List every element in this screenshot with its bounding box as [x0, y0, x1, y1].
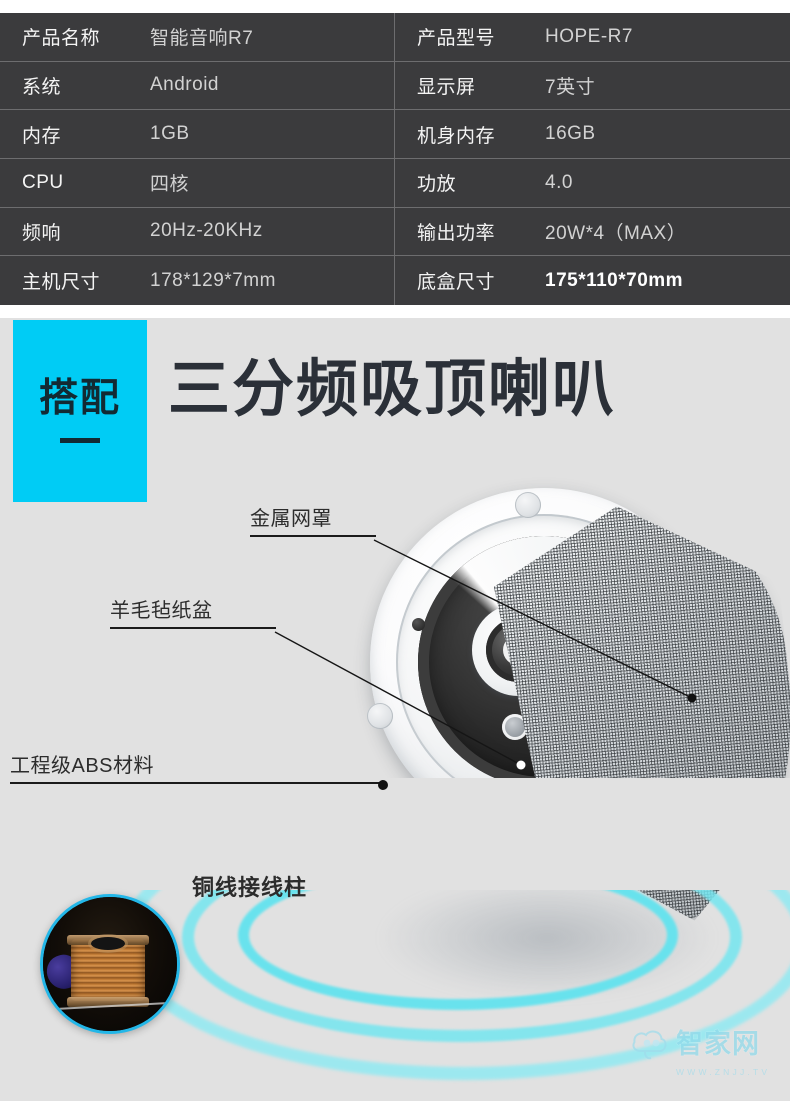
section-badge-label: 搭配 [38, 377, 121, 420]
spec-label: 功放 [417, 174, 457, 196]
spec-cell-right: 底盒尺寸 175*110*70mm [395, 256, 790, 305]
spec-label: 产品名称 [22, 28, 101, 50]
spec-value: 178*129*7mm [150, 269, 276, 291]
spec-label: 内存 [22, 125, 62, 147]
section-badge: 搭配 [13, 320, 147, 502]
table-row: 内存 1GB 机身内存 16GB [0, 110, 790, 159]
spec-value: 四核 [150, 174, 190, 196]
spec-value: Android [150, 74, 219, 96]
spec-cell-left: 内存 1GB [0, 110, 395, 158]
copper-wire-label: 铜线接线柱 [192, 875, 308, 900]
spec-cell-right: 机身内存 16GB [395, 110, 790, 158]
spec-cell-right: 功放 4.0 [395, 159, 790, 207]
watermark-url: WWW.ZNJJ.TV [676, 1067, 771, 1077]
spec-cell-left: 主机尺寸 178*129*7mm [0, 256, 395, 305]
product-detail-page: 产品名称 智能音响R7 产品型号 HOPE-R7 系统 Android 显示屏 … [0, 0, 790, 1101]
table-row: 频响 20Hz-20KHz 输出功率 20W*4（MAX） [0, 207, 790, 257]
spec-label: 底盒尺寸 [417, 272, 496, 294]
callout-underline [250, 535, 376, 537]
table-row: 主机尺寸 178*129*7mm 底盒尺寸 175*110*70mm [0, 256, 790, 305]
spec-value: 20W*4（MAX） [545, 222, 687, 244]
callout-underline [110, 627, 276, 629]
spec-value: 175*110*70mm [545, 269, 684, 291]
table-row: CPU 四核 功放 4.0 [0, 158, 790, 208]
spool-hub [91, 937, 125, 950]
badge-underline-dash [60, 438, 100, 443]
callout-metal-mesh-cover: 金属网罩 [250, 508, 376, 537]
spec-label: 系统 [22, 76, 62, 98]
wave-top-mask [0, 778, 790, 890]
callout-label: 羊毛毡纸盆 [110, 600, 213, 622]
page-title: 三分频吸顶喇叭 [168, 355, 617, 424]
spec-value: 4.0 [545, 171, 573, 193]
leader-line-wool-cone [274, 631, 526, 770]
spec-label: 频响 [22, 222, 62, 244]
spec-cell-left: CPU 四核 [0, 158, 395, 207]
spec-label: 输出功率 [417, 222, 496, 244]
copper-wire-photo [40, 894, 180, 1034]
spec-label: 主机尺寸 [22, 272, 101, 294]
spec-value: 1GB [150, 123, 190, 145]
spec-label: 产品型号 [417, 28, 496, 50]
spec-label: 显示屏 [417, 76, 476, 98]
callout-wool-felt-cone: 羊毛毡纸盆 [110, 600, 276, 629]
callout-underline [10, 782, 382, 784]
feature-panel: 搭配 三分频吸顶喇叭 金属网罩 羊毛毡纸盆 工程级ABS材料 铜线接线柱 智家网… [0, 318, 790, 1101]
table-row: 系统 Android 显示屏 7英寸 [0, 61, 790, 111]
watermark-brand: 智家网 [676, 1028, 760, 1059]
spec-cell-right: 输出功率 20W*4（MAX） [395, 208, 790, 256]
spec-value: HOPE-R7 [545, 25, 633, 47]
site-watermark: 智家网 WWW.ZNJJ.TV [630, 1026, 785, 1088]
spec-cell-right: 产品型号 HOPE-R7 [395, 13, 790, 61]
table-row: 产品名称 智能音响R7 产品型号 HOPE-R7 [0, 13, 790, 62]
spec-value: 16GB [545, 123, 596, 145]
callout-label: 工程级ABS材料 [10, 755, 155, 777]
leader-endpoint-abs [378, 780, 388, 790]
callout-label: 金属网罩 [250, 508, 332, 530]
mounting-tab [515, 492, 541, 518]
spec-label: CPU [22, 171, 64, 193]
spec-cell-left: 频响 20Hz-20KHz [0, 207, 395, 256]
spec-cell-left: 产品名称 智能音响R7 [0, 13, 395, 61]
spec-value: 智能音响R7 [150, 28, 254, 50]
spec-value: 7英寸 [545, 76, 596, 98]
spec-label: 机身内存 [417, 125, 496, 147]
spec-cell-right: 显示屏 7英寸 [395, 62, 790, 110]
callout-abs-material: 工程级ABS材料 [10, 755, 382, 784]
spec-cell-left: 系统 Android [0, 61, 395, 110]
spec-value: 20Hz-20KHz [150, 220, 263, 242]
spec-table: 产品名称 智能音响R7 产品型号 HOPE-R7 系统 Android 显示屏 … [0, 13, 790, 305]
cloud-icon [632, 1030, 667, 1060]
